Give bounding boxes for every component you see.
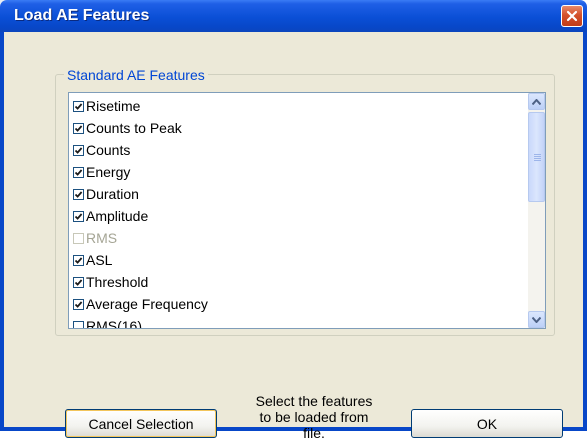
instruction-line: file. [303, 425, 325, 441]
thumb-grip [534, 156, 541, 157]
groupbox-label: Standard AE Features [64, 67, 208, 83]
checkbox[interactable] [73, 320, 84, 328]
instruction-line: Select the features [255, 393, 373, 409]
checkbox[interactable] [73, 166, 84, 178]
checkbox [73, 232, 84, 244]
feature-checkbox-item[interactable]: Counts [73, 139, 130, 161]
checkmark-icon [74, 190, 83, 198]
close-x-icon [566, 10, 578, 22]
feature-label: Energy [86, 164, 131, 180]
scroll-down-button[interactable] [528, 311, 545, 328]
feature-label: Risetime [86, 98, 141, 114]
thumb-grip [534, 160, 541, 161]
feature-label: RMS(16) [86, 318, 143, 329]
load-ae-features-dialog: Load AE Features Standard AE Features Ri… [0, 0, 587, 441]
checkmark-icon [74, 168, 83, 176]
feature-label: Amplitude [86, 208, 149, 224]
feature-checkbox-item: RMS [73, 227, 117, 249]
thumb-grip [534, 158, 541, 159]
checkmark-icon [74, 102, 83, 110]
feature-checkbox-item[interactable]: Risetime [73, 95, 140, 117]
feature-checkbox-item[interactable]: Counts to Peak [73, 117, 182, 139]
arrow-up-icon [532, 98, 541, 105]
feature-checkbox-item[interactable]: Energy [73, 161, 130, 183]
feature-label: Average Frequency [86, 296, 208, 312]
cancel-selection-button[interactable]: Cancel Selection [65, 409, 217, 438]
checkmark-icon [74, 256, 83, 264]
vertical-scrollbar[interactable] [528, 93, 545, 328]
arrow-down-icon [532, 316, 541, 323]
scroll-thumb[interactable] [528, 112, 545, 202]
feature-label: Threshold [86, 274, 149, 290]
checkmark-icon [74, 278, 83, 286]
checkmark-icon [74, 124, 83, 132]
window-frame-right [583, 32, 587, 431]
checkbox[interactable] [73, 188, 84, 200]
checkbox[interactable] [73, 276, 84, 288]
instruction-text: Select the features to be loaded from fi… [234, 393, 394, 441]
ok-button[interactable]: OK [411, 409, 563, 438]
feature-checkbox-item[interactable]: ASL [73, 249, 112, 271]
feature-checkbox-item[interactable]: Threshold [73, 271, 148, 293]
features-checklist[interactable]: Risetime Counts to Peak Counts Energy Durati… [68, 92, 546, 329]
feature-checkbox-item[interactable]: Duration [73, 183, 139, 205]
checkmark-icon [74, 212, 83, 220]
checkbox[interactable] [73, 122, 84, 134]
checkbox[interactable] [73, 210, 84, 222]
checkmark-icon [74, 300, 83, 308]
feature-label: Counts to Peak [86, 120, 182, 136]
checkbox[interactable] [73, 298, 84, 310]
thumb-grip [534, 154, 541, 155]
feature-label: Duration [86, 186, 139, 202]
checkmark-icon [74, 146, 83, 154]
title-bar[interactable]: Load AE Features [0, 0, 587, 32]
feature-label: RMS [86, 230, 118, 246]
feature-checkbox-item[interactable]: Amplitude [73, 205, 148, 227]
instruction-line: to be loaded from [259, 409, 369, 425]
dialog-title: Load AE Features [14, 7, 150, 24]
feature-checkbox-item[interactable]: Average Frequency [73, 293, 208, 315]
scroll-up-button[interactable] [528, 93, 545, 110]
dialog-client-area: Standard AE Features Risetime Counts to P… [4, 32, 583, 441]
checkbox[interactable] [73, 100, 84, 112]
checkbox[interactable] [73, 144, 84, 156]
feature-label: ASL [86, 252, 113, 268]
feature-checkbox-item[interactable]: RMS(16) [73, 315, 143, 329]
feature-label: Counts [86, 142, 131, 158]
close-button[interactable] [561, 5, 583, 27]
checkbox[interactable] [73, 254, 84, 266]
